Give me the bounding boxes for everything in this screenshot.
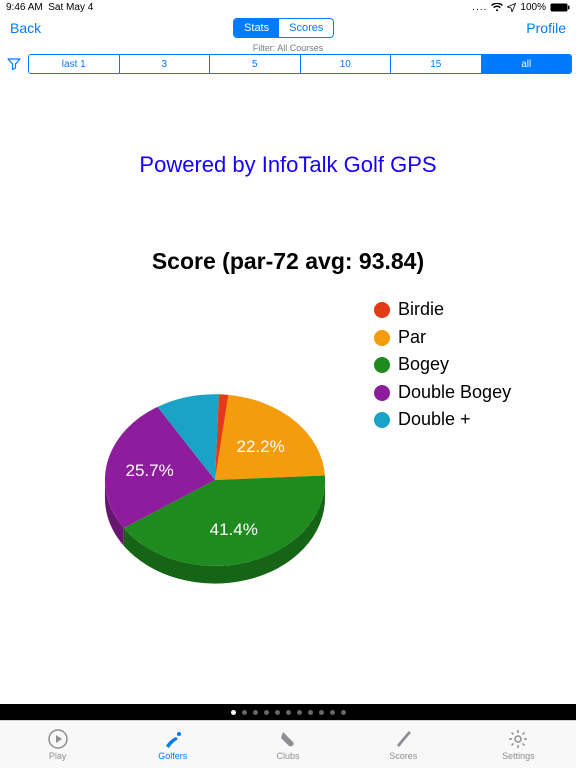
legend-swatch bbox=[374, 385, 390, 401]
pie-slice-par bbox=[215, 395, 325, 480]
legend-label: Double Bogey bbox=[398, 382, 511, 404]
legend-item-birdie: Birdie bbox=[374, 299, 534, 321]
page-dot[interactable] bbox=[286, 710, 291, 715]
tab-scores[interactable]: Scores bbox=[346, 721, 461, 768]
status-bar: 9:46 AM Sat May 4 .... 100% bbox=[0, 0, 576, 14]
chart-legend: Birdie Par Bogey Double Bogey Double + bbox=[374, 299, 534, 437]
tab-label: Scores bbox=[389, 751, 417, 761]
filter-icon[interactable] bbox=[0, 54, 28, 74]
nav-bar: Back Stats Scores Profile bbox=[0, 14, 576, 42]
filter-option-10[interactable]: 10 bbox=[301, 55, 392, 73]
filter-label: Filter: All Courses bbox=[0, 42, 576, 54]
page-dot[interactable] bbox=[341, 710, 346, 715]
tab-play[interactable]: Play bbox=[0, 721, 115, 768]
score-title: Score (par-72 avg: 93.84) bbox=[0, 248, 576, 275]
legend-swatch bbox=[374, 357, 390, 373]
page-dot[interactable] bbox=[297, 710, 302, 715]
legend-label: Double + bbox=[398, 409, 471, 431]
page-dot[interactable] bbox=[242, 710, 247, 715]
legend-item-double-+: Double + bbox=[374, 409, 534, 431]
legend-label: Bogey bbox=[398, 354, 449, 376]
main-content: Powered by InfoTalk Golf GPS Score (par-… bbox=[0, 152, 576, 599]
cell-dots-icon: .... bbox=[472, 2, 487, 13]
legend-item-bogey: Bogey bbox=[374, 354, 534, 376]
seg-stats[interactable]: Stats bbox=[234, 19, 279, 37]
chart-area: BirdieParBogeyDouble BogeyDouble + 22.2%… bbox=[0, 299, 576, 599]
legend-swatch bbox=[374, 302, 390, 318]
segmented-control: Stats Scores bbox=[233, 18, 334, 38]
battery-icon bbox=[550, 3, 570, 12]
tab-label: Settings bbox=[502, 751, 535, 761]
seg-scores[interactable]: Scores bbox=[279, 19, 333, 37]
tab-settings[interactable]: Settings bbox=[461, 721, 576, 768]
settings-icon bbox=[507, 728, 529, 750]
page-dot[interactable] bbox=[330, 710, 335, 715]
page-dot[interactable] bbox=[264, 710, 269, 715]
page-dot[interactable] bbox=[319, 710, 324, 715]
page-dot[interactable] bbox=[275, 710, 280, 715]
legend-swatch bbox=[374, 412, 390, 428]
page-dot[interactable] bbox=[231, 710, 236, 715]
filter-option-last-1[interactable]: last 1 bbox=[29, 55, 120, 73]
filter-segmented: last 1351015all bbox=[28, 54, 572, 74]
legend-item-par: Par bbox=[374, 327, 534, 349]
golfers-icon bbox=[162, 728, 184, 750]
status-date: Sat May 4 bbox=[48, 2, 93, 13]
clubs-icon bbox=[277, 728, 299, 750]
page-dot[interactable] bbox=[308, 710, 313, 715]
legend-label: Birdie bbox=[398, 299, 444, 321]
powered-by-text: Powered by InfoTalk Golf GPS bbox=[0, 152, 576, 178]
wifi-icon bbox=[491, 3, 503, 12]
tab-golfers[interactable]: Golfers bbox=[115, 721, 230, 768]
pie-chart bbox=[100, 369, 330, 595]
back-button[interactable]: Back bbox=[10, 20, 41, 36]
status-time-date: 9:46 AM Sat May 4 bbox=[6, 2, 93, 13]
filter-row: last 1351015all bbox=[0, 54, 576, 74]
tab-bar: Play Golfers Clubs Scores Settings bbox=[0, 720, 576, 768]
status-right: .... 100% bbox=[472, 2, 570, 13]
filter-option-5[interactable]: 5 bbox=[210, 55, 301, 73]
legend-label: Par bbox=[398, 327, 426, 349]
location-icon bbox=[507, 3, 516, 12]
profile-button[interactable]: Profile bbox=[526, 20, 566, 36]
page-indicator[interactable] bbox=[0, 704, 576, 720]
battery-percent: 100% bbox=[520, 2, 546, 13]
tab-label: Clubs bbox=[277, 751, 300, 761]
tab-label: Golfers bbox=[158, 751, 187, 761]
play-icon bbox=[47, 728, 69, 750]
scores-icon bbox=[392, 728, 414, 750]
legend-item-double-bogey: Double Bogey bbox=[374, 382, 534, 404]
filter-option-15[interactable]: 15 bbox=[391, 55, 482, 73]
filter-option-3[interactable]: 3 bbox=[120, 55, 211, 73]
status-time: 9:46 AM bbox=[6, 2, 43, 13]
legend-swatch bbox=[374, 330, 390, 346]
tab-label: Play bbox=[49, 751, 67, 761]
page-dot[interactable] bbox=[253, 710, 258, 715]
filter-option-all[interactable]: all bbox=[482, 55, 572, 73]
tab-clubs[interactable]: Clubs bbox=[230, 721, 345, 768]
